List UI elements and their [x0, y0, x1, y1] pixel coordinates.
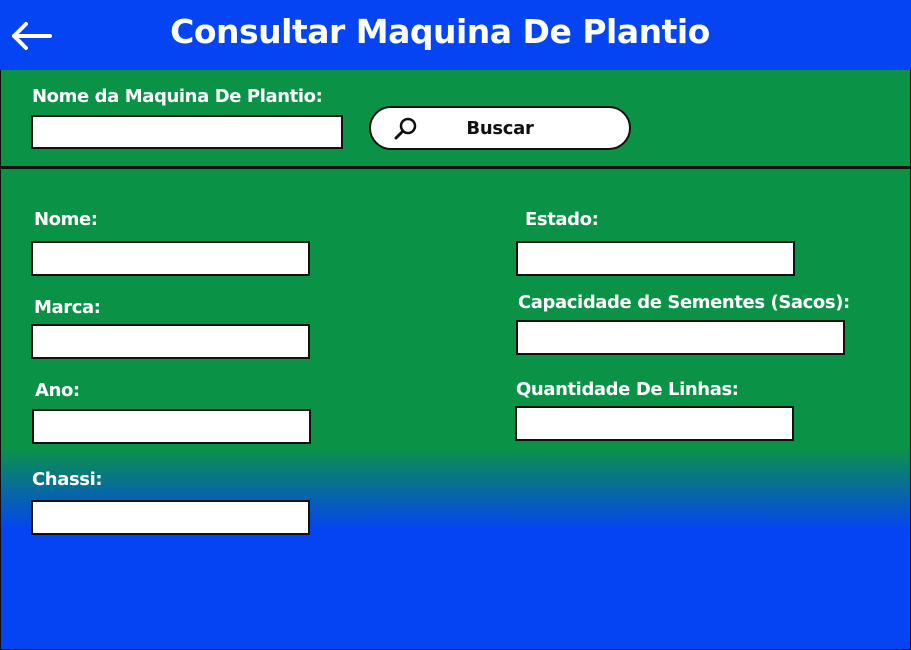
nome-field[interactable] [31, 241, 310, 276]
ano-field[interactable] [32, 409, 311, 444]
marca-label: Marca: [34, 297, 101, 318]
nome-label: Nome: [34, 209, 98, 230]
search-button[interactable]: Buscar [369, 106, 631, 150]
search-button-label: Buscar [466, 118, 534, 139]
chassi-field[interactable] [31, 500, 310, 535]
ano-label: Ano: [35, 380, 80, 401]
capacidade-field[interactable] [516, 320, 845, 355]
linhas-label: Quantidade De Linhas: [516, 379, 739, 400]
search-label: Nome da Maquina De Plantio: [32, 86, 323, 107]
search-input[interactable] [31, 115, 343, 149]
estado-label: Estado: [525, 209, 599, 230]
section-divider [0, 166, 911, 169]
app-window: Consultar Maquina De Plantio Nome da Maq… [0, 0, 911, 650]
header-bar: Consultar Maquina De Plantio [0, 0, 911, 70]
estado-field[interactable] [516, 241, 795, 276]
linhas-field[interactable] [515, 406, 794, 441]
chassi-label: Chassi: [32, 469, 103, 490]
page-title: Consultar Maquina De Plantio [170, 12, 710, 51]
capacidade-label: Capacidade de Sementes (Sacos): [518, 292, 850, 313]
marca-field[interactable] [31, 324, 310, 359]
